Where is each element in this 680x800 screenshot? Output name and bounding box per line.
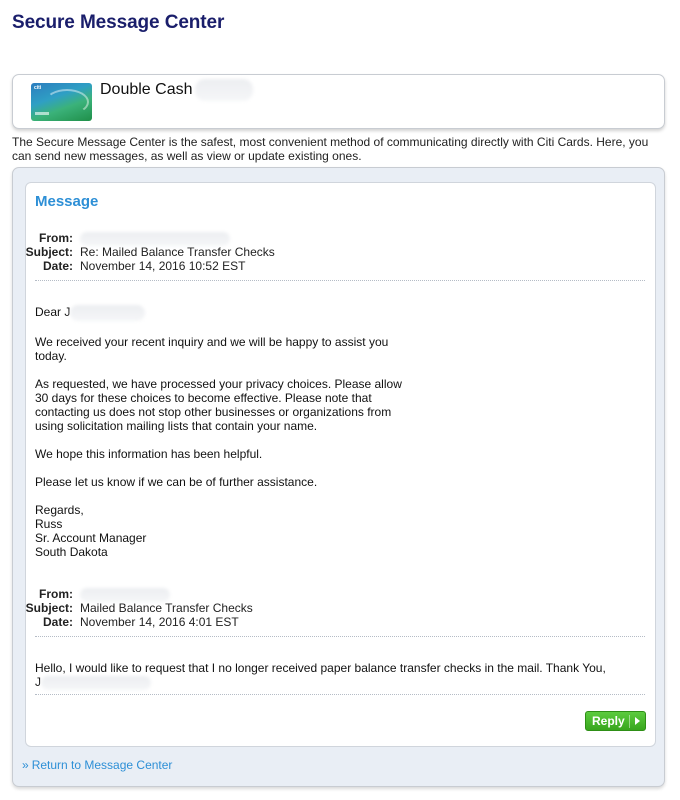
page-title: Secure Message Center [12,12,225,33]
reply-from-row: From: [26,231,586,246]
redacted-sender [80,587,170,602]
reply-paragraph: Please let us know if we can be of furth… [35,475,318,489]
from-label: From: [39,231,73,245]
reply-subject-value: Re: Mailed Balance Transfer Checks [80,245,275,259]
signature-title: Sr. Account Manager [35,531,147,545]
card-wave-graphic [45,89,89,115]
reply-paragraph: As requested, we have processed your pri… [35,377,402,433]
reply-greeting: Dear J [35,305,415,321]
original-from-value [80,587,170,602]
reply-paragraph: We received your recent inquiry and we w… [35,335,389,363]
original-date-row: Date: November 14, 2016 4:01 EST [26,615,586,629]
date-label: Date: [42,615,73,629]
original-subject-value: Mailed Balance Transfer Checks [80,601,253,615]
redacted-sender [80,231,230,246]
original-signature: J [35,675,635,690]
card-logo: citi [34,85,42,91]
reply-button[interactable]: Reply [585,711,646,731]
redacted-signature [41,675,151,690]
divider [35,280,645,281]
reply-signature: Regards, Russ Sr. Account Manager South … [35,503,415,559]
reply-paragraph: We hope this information has been helpfu… [35,447,263,461]
from-label: From: [39,587,73,601]
divider [35,694,645,695]
signature-location: South Dakota [35,545,108,559]
return-to-message-center-link[interactable]: » Return to Message Center [22,758,172,772]
divider [35,636,645,637]
card-name: Double Cash [100,79,253,101]
play-arrow-icon [635,717,640,725]
signature-name: Russ [35,517,63,531]
message-content: Message From: Subject: Re: Mailed Balanc… [25,182,656,747]
subject-label: Subject: [25,601,73,615]
date-label: Date: [42,259,73,273]
original-subject-row: Subject: Mailed Balance Transfer Checks [26,601,586,615]
original-date-value: November 14, 2016 4:01 EST [80,615,239,629]
reply-subject-row: Subject: Re: Mailed Balance Transfer Che… [26,245,586,259]
redacted-card-suffix [194,79,253,101]
reply-button-separator [629,715,630,728]
reply-date-value: November 14, 2016 10:52 EST [80,259,246,273]
intro-text: The Secure Message Center is the safest,… [12,135,649,163]
return-link-label: Return to Message Center [31,758,173,772]
message-panel: Message From: Subject: Re: Mailed Balanc… [12,167,665,787]
card-stripe-graphic [35,112,49,115]
double-chevron-icon: » [22,758,29,772]
reply-button-label: Reply [592,714,625,728]
reply-date-row: Date: November 14, 2016 10:52 EST [26,259,586,273]
redacted-recipient [70,305,146,321]
original-text: Hello, I would like to request that I no… [35,661,606,675]
credit-card-image: citi [31,83,92,121]
card-name-text: Double Cash [100,81,193,99]
message-heading: Message [35,193,99,210]
original-body: Hello, I would like to request that I no… [35,661,635,690]
reply-body: Dear J We received your recent inquiry a… [35,305,415,559]
card-header: citi Double Cash [12,74,665,129]
original-from-row: From: [26,587,586,602]
subject-label: Subject: [25,245,73,259]
signature-regards: Regards, [35,503,84,517]
reply-from-value [80,231,230,246]
